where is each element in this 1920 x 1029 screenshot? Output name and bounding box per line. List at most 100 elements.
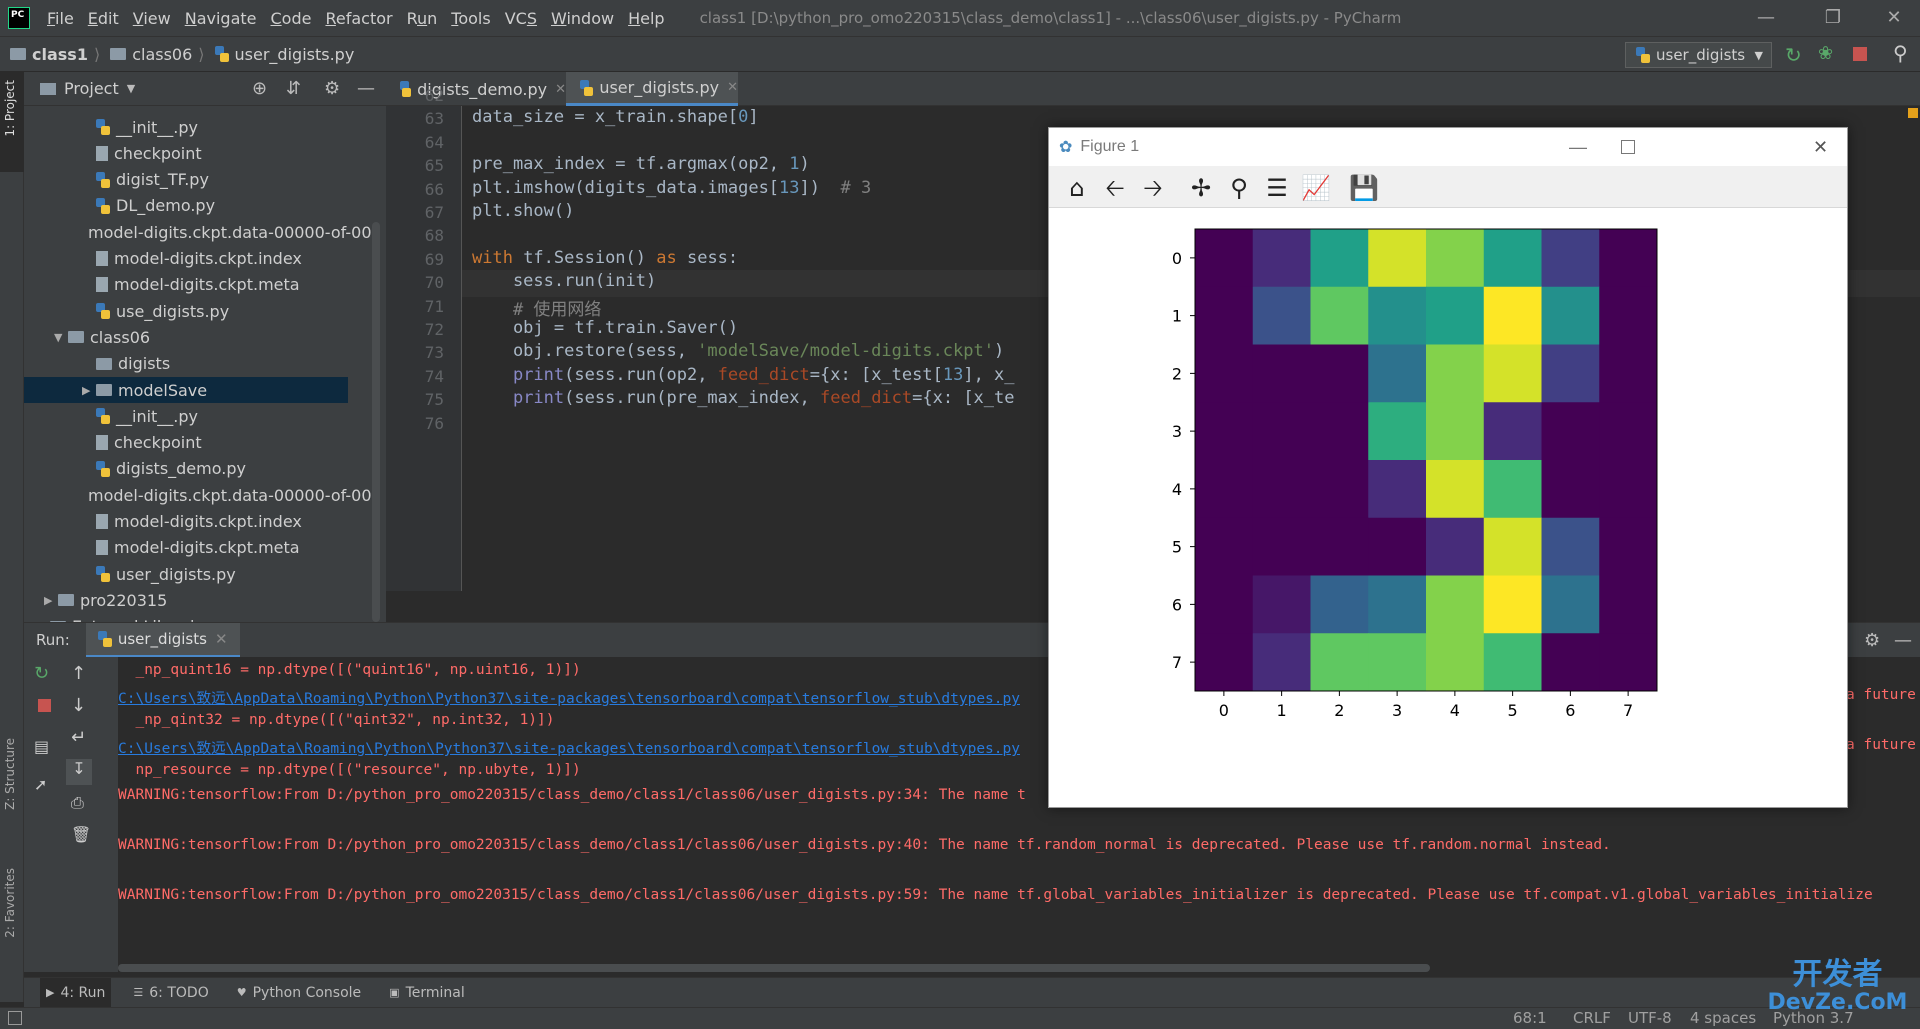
breadcrumb-folder[interactable]: class06 ⟩ (110, 45, 205, 64)
console-line[interactable]: C:\Users\致远\AppData\Roaming\Python\Pytho… (118, 737, 1916, 758)
warning-marker-icon[interactable] (1908, 108, 1918, 118)
close-tab-icon[interactable]: ✕ (555, 82, 566, 97)
file-encoding[interactable]: UTF-8 (1628, 1009, 1672, 1027)
tree-item[interactable]: ▶ modelSave (24, 377, 348, 403)
indent-setting[interactable]: 4 spaces (1690, 1009, 1756, 1027)
chevron-down-icon[interactable]: ▼ (127, 82, 135, 95)
minimize-icon[interactable]: — (1569, 137, 1587, 158)
tree-item[interactable]: model-digits.ckpt.index (24, 509, 348, 535)
menu-file[interactable]: File (40, 9, 81, 28)
tree-item[interactable]: model-digits.ckpt.data-00000-of-00 (24, 482, 372, 508)
tree-item[interactable]: model-digits.ckpt.meta (24, 535, 348, 561)
gear-icon[interactable]: ⚙ (1864, 630, 1880, 651)
tree-item[interactable]: ▼ class06 (24, 324, 348, 350)
debug-icon[interactable]: ❀ (1818, 43, 1833, 64)
project-view-select[interactable]: Project (64, 79, 119, 98)
save-icon[interactable]: 💾 (1349, 174, 1379, 202)
console-line[interactable]: C:\Users\致远\AppData\Roaming\Python\Pytho… (118, 687, 1916, 708)
menu-tools[interactable]: Tools (444, 9, 497, 28)
menu-window[interactable]: Window (544, 9, 621, 28)
close-icon[interactable]: ✕ (1813, 137, 1828, 158)
menu-navigate[interactable]: Navigate (178, 9, 264, 28)
soft-wrap-icon[interactable]: ↵ (71, 727, 86, 748)
heatmap-cell (1310, 402, 1369, 461)
tab-structure[interactable]: Z: Structure (3, 738, 17, 810)
collapse-icon[interactable]: ⇵ (286, 78, 301, 99)
layout-icon[interactable]: ▤ (34, 737, 49, 756)
up-arrow-icon[interactable]: ↑ (71, 663, 86, 684)
tree-item[interactable]: digists (24, 351, 348, 377)
menu-help[interactable]: Help (621, 9, 671, 28)
configure-subplots-icon[interactable]: ☰ (1263, 174, 1291, 202)
x-tick-label: 4 (1450, 701, 1460, 720)
pin-icon[interactable]: ➚ (34, 775, 47, 794)
trash-icon[interactable]: 🗑 (71, 825, 91, 844)
back-icon[interactable]: 🡠 (1101, 174, 1129, 202)
tree-item[interactable]: digist_TF.py (24, 167, 348, 193)
tree-item[interactable]: digists_demo.py (24, 456, 348, 482)
edit-axis-icon[interactable]: 📈 (1301, 174, 1331, 202)
close-icon[interactable]: ✕ (1868, 0, 1920, 36)
tab-user-digists-py[interactable]: user_digists.py ✕ (566, 72, 738, 106)
search-icon[interactable]: ⚲ (1893, 41, 1908, 65)
menu-refactor[interactable]: Refactor (318, 9, 399, 28)
gear-icon[interactable]: ⚙ (324, 78, 340, 99)
breadcrumb-root[interactable]: class1 ⟩ (10, 45, 100, 64)
menu-run[interactable]: Run (400, 9, 445, 28)
console-scrollbar[interactable] (118, 964, 1430, 972)
menu-code[interactable]: Code (264, 9, 319, 28)
tree-scrollbar[interactable] (372, 222, 380, 622)
tree-item[interactable]: __init__.py (24, 403, 348, 429)
close-tab-icon[interactable]: ✕ (727, 80, 738, 95)
locate-icon[interactable]: ⊕ (252, 78, 267, 99)
scroll-to-end-icon[interactable]: ↧ (66, 759, 92, 785)
tab-project[interactable]: 1: Project (3, 80, 17, 137)
tree-item[interactable]: use_digists.py (24, 298, 348, 324)
print-icon[interactable]: ⎙ (71, 793, 84, 813)
chevron-right-icon[interactable]: ▶ (44, 594, 58, 607)
forward-icon[interactable]: 🡢 (1139, 174, 1167, 202)
tool-6-todo[interactable]: ☰ 6: TODO (127, 978, 214, 1008)
tab-favorites[interactable]: 2: Favorites (3, 868, 17, 938)
tree-item[interactable]: DL_demo.py (24, 193, 348, 219)
tree-item[interactable]: ▶ pro220315 (24, 587, 348, 613)
tool-window-toggle-icon[interactable] (8, 1011, 22, 1025)
rerun-icon[interactable]: ↻ (1785, 43, 1802, 67)
menu-vcs[interactable]: VCS (498, 9, 544, 28)
tool-python-console[interactable]: ♥ Python Console (231, 978, 367, 1008)
down-arrow-icon[interactable]: ↓ (71, 695, 86, 716)
x-tick-label: 1 (1277, 701, 1287, 720)
zoom-icon[interactable]: ⚲ (1225, 174, 1253, 202)
stop-icon[interactable] (38, 699, 51, 712)
menu-edit[interactable]: Edit (81, 9, 126, 28)
hide-icon[interactable]: — (357, 78, 375, 99)
tree-item[interactable]: checkpoint (24, 430, 348, 456)
tree-item[interactable]: model-digits.ckpt.meta (24, 272, 348, 298)
rerun-icon[interactable]: ↻ (34, 663, 49, 684)
heatmap-cell (1541, 286, 1600, 345)
minimize-icon[interactable]: — (1740, 0, 1792, 36)
chevron-down-icon[interactable]: ▼ (54, 331, 68, 344)
chevron-right-icon[interactable]: ▶ (82, 384, 96, 397)
matplotlib-figure-window[interactable]: ✿ Figure 1 — ✕ ⌂ 🡠 🡢 ✢ ⚲ ☰ 📈 💾 012345670… (1048, 127, 1848, 808)
tree-item[interactable]: model-digits.ckpt.index (24, 246, 348, 272)
tree-item[interactable]: checkpoint (24, 140, 348, 166)
breadcrumb-file[interactable]: user_digists.py (214, 45, 354, 64)
tab-run-user-digists[interactable]: user_digists ✕ (85, 622, 240, 658)
close-tab-icon[interactable]: ✕ (215, 630, 228, 648)
caret-position[interactable]: 68:1 (1513, 1009, 1547, 1027)
stop-icon[interactable] (1853, 47, 1867, 61)
hide-icon[interactable]: — (1894, 630, 1912, 651)
run-config-select[interactable]: user_digists ▼ (1625, 42, 1772, 68)
menu-view[interactable]: View (126, 9, 178, 28)
tree-item[interactable]: model-digits.ckpt.data-00000-of-00 (24, 219, 372, 245)
restore-icon[interactable]: ❐ (1807, 0, 1859, 36)
pan-icon[interactable]: ✢ (1187, 174, 1215, 202)
home-icon[interactable]: ⌂ (1063, 174, 1091, 202)
tool-4-run[interactable]: ▶ 4: Run (40, 977, 112, 1008)
maximize-icon[interactable] (1621, 140, 1635, 154)
tree-item[interactable]: user_digists.py (24, 561, 348, 587)
line-separator[interactable]: CRLF (1573, 1009, 1611, 1027)
tree-item[interactable]: __init__.py (24, 114, 348, 140)
tool-terminal[interactable]: ▣ Terminal (383, 978, 471, 1008)
